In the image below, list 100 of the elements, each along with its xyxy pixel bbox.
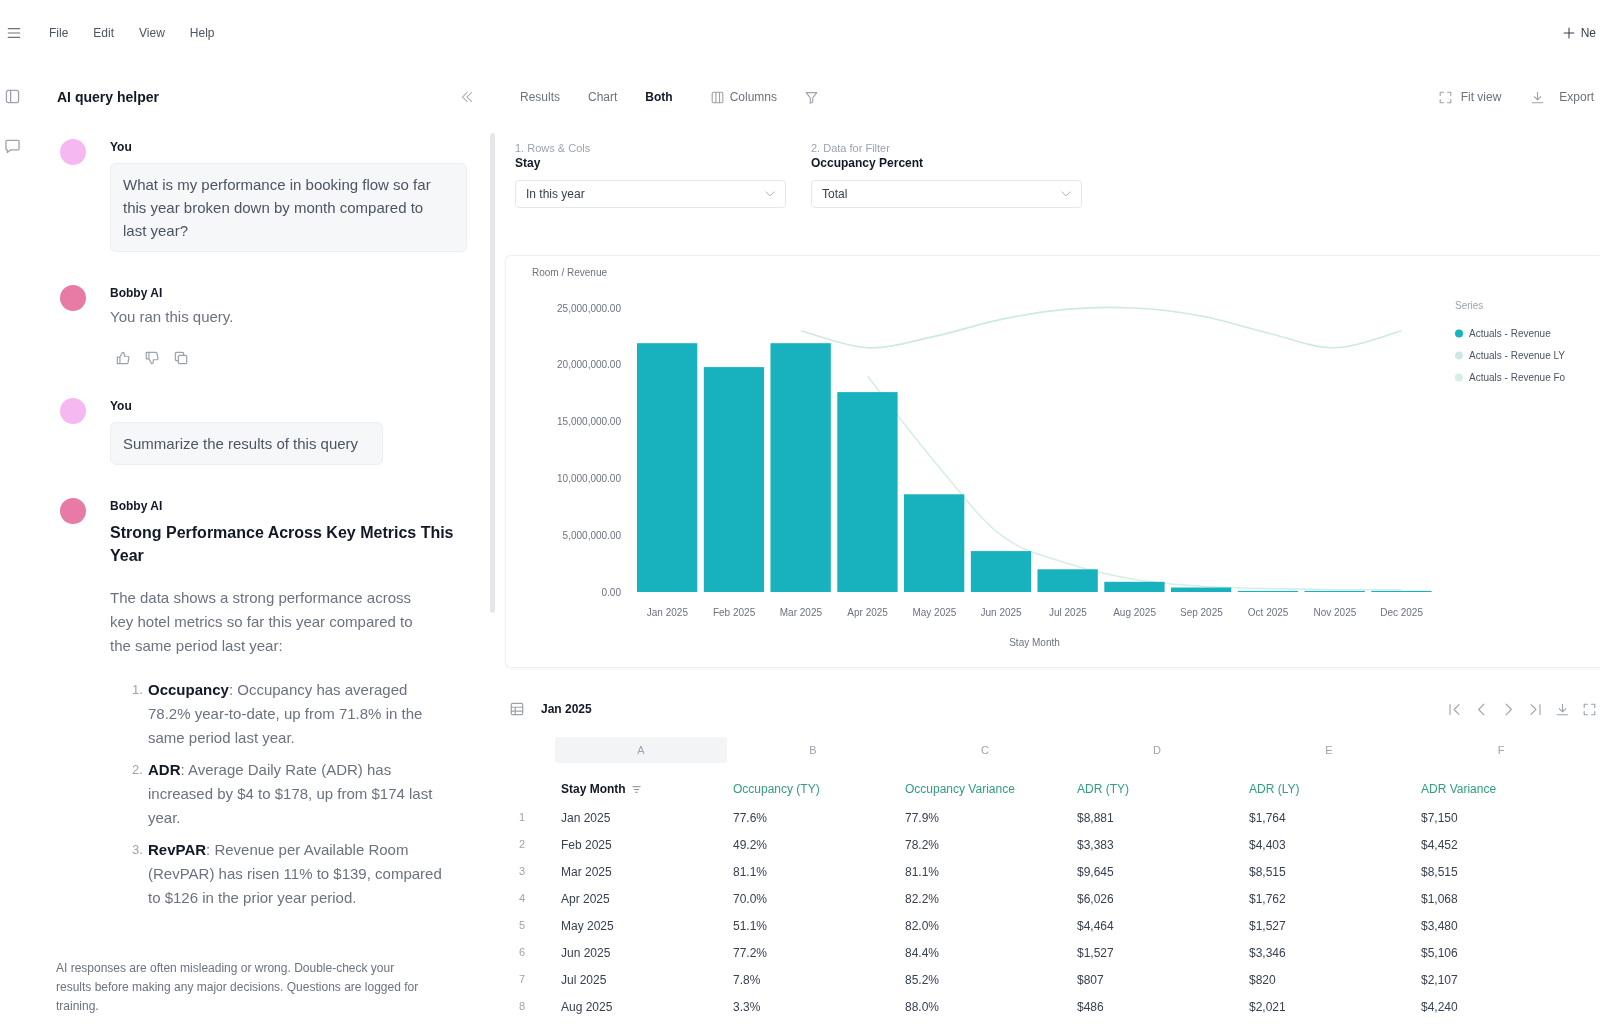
first-page-icon[interactable]	[1448, 702, 1461, 716]
column-letter[interactable]: C	[899, 737, 1071, 763]
menu-item[interactable]: View	[136, 24, 168, 42]
axis-tick-label: Oct 2025	[1247, 607, 1289, 618]
chart-bar[interactable]	[837, 392, 898, 592]
table-cell-text: $4,464	[1076, 917, 1115, 935]
panel-icon[interactable]	[5, 89, 20, 104]
axis-tick-label: Aug 2025	[1113, 607, 1156, 618]
view-tab[interactable]: Chart	[580, 84, 626, 110]
chevron-down-icon	[1061, 189, 1071, 199]
table-cell-text: Mar 2025	[560, 863, 613, 881]
legend-label[interactable]: Actuals - Revenue Fo	[1469, 372, 1566, 383]
row-number: 7	[518, 972, 527, 988]
table-cell-text: $807	[1076, 971, 1105, 989]
last-page-icon[interactable]	[1529, 702, 1542, 716]
menu-item[interactable]: Help	[186, 24, 218, 42]
column-letter[interactable]: E	[1243, 737, 1415, 763]
axis-tick-label: Apr 2025	[847, 607, 888, 618]
new-button[interactable]: Ne	[1562, 24, 1596, 42]
column-letter[interactable]: B	[727, 737, 899, 763]
response-text: The data shows a strong performance across key hotel metrics so far this year compared to the same period last year:	[110, 588, 414, 656]
column-header[interactable]: Occupancy (TY)	[727, 780, 899, 798]
message-author: You	[110, 398, 133, 414]
dropdown[interactable]: Total	[811, 180, 1082, 208]
menu-item[interactable]: Edit	[90, 24, 118, 42]
table-cell-text: 82.2%	[904, 890, 941, 908]
menu-item[interactable]: File	[46, 24, 72, 42]
thumbs-up-icon[interactable]	[116, 351, 130, 365]
scrollbar[interactable]	[490, 133, 495, 613]
column-header[interactable]: ADR Variance	[1415, 780, 1587, 798]
chart-bar[interactable]	[1104, 581, 1165, 592]
avatar-icon	[60, 139, 86, 165]
thumbs-down-icon[interactable]	[145, 351, 159, 365]
dropdown[interactable]: In this year	[515, 180, 786, 208]
table-cell-text: May 2025	[560, 917, 615, 935]
chart-bar[interactable]	[1171, 587, 1232, 592]
list-item-text: Occupancy: Occupancy has averaged 78.2% year-to-date, up from 71.8% in the same period last year.	[148, 680, 424, 748]
table-cell-text: $8,515	[1420, 863, 1459, 881]
table-cell-text: $1,762	[1248, 890, 1287, 908]
chart-bar[interactable]	[1037, 569, 1098, 592]
table-cell-text: $4,403	[1248, 836, 1287, 854]
next-page-icon[interactable]	[1502, 702, 1515, 716]
table-cell-text: 3.3%	[732, 998, 762, 1016]
avatar-icon	[60, 398, 86, 424]
table-cell-text: $5,106	[1420, 944, 1459, 962]
plus-icon	[1562, 27, 1575, 39]
table-cell-text: $820	[1248, 971, 1277, 989]
column-header[interactable]: Occupancy Variance	[899, 780, 1071, 798]
copy-icon[interactable]	[174, 351, 188, 365]
table-icon	[510, 702, 524, 716]
axis-tick-label: Feb 2025	[712, 607, 756, 618]
chart-bar[interactable]	[637, 343, 698, 592]
view-tab[interactable]: Results	[512, 84, 568, 110]
avatar-icon	[60, 285, 86, 311]
table-cell-text: $486	[1076, 998, 1105, 1016]
column-header[interactable]: Stay Month	[555, 780, 727, 798]
row-number: 4	[518, 891, 527, 907]
chart-bar[interactable]	[970, 551, 1032, 592]
download-icon[interactable]	[1556, 702, 1569, 716]
list-marker: 1.	[132, 681, 144, 699]
chart-bar[interactable]	[770, 343, 831, 592]
view-tab[interactable]: Both	[637, 84, 681, 110]
expand-icon[interactable]	[1583, 702, 1596, 716]
legend-label[interactable]: Actuals - Revenue	[1469, 328, 1551, 339]
message-author: Bobby AI	[110, 285, 164, 301]
column-letter[interactable]: D	[1071, 737, 1243, 763]
fit-view-button[interactable]: Fit view	[1438, 88, 1502, 106]
row-number: 5	[518, 918, 527, 934]
table-cell-text: 77.2%	[732, 944, 769, 962]
table-cell-text: 88.0%	[904, 998, 941, 1016]
export-button[interactable]: Export	[1531, 88, 1594, 106]
table-cell-text: $4,240	[1420, 998, 1459, 1016]
row-number: 8	[518, 999, 527, 1015]
axis-tick-label: 10,000,000.00	[557, 472, 621, 484]
axis-tick-label: Dec 2025	[1380, 607, 1423, 618]
table-cell-text: $1,068	[1420, 890, 1459, 908]
row-number: 6	[518, 945, 527, 961]
chart-bar[interactable]	[904, 494, 965, 592]
collapse-icon[interactable]	[461, 91, 473, 103]
axis-tick-label: 0.00	[601, 586, 621, 598]
menu-icon[interactable]	[7, 26, 21, 40]
response-heading: Strong Performance Across Key Metrics This Year	[110, 523, 455, 566]
column-header[interactable]: ADR (LY)	[1243, 780, 1415, 798]
column-header[interactable]: ADR (TY)	[1071, 780, 1243, 798]
filter-icon[interactable]	[805, 90, 819, 104]
chart-bar[interactable]	[703, 367, 765, 592]
legend-label[interactable]: Actuals - Revenue LY	[1469, 350, 1565, 361]
table-cell-text: $8,515	[1248, 863, 1287, 881]
columns-button[interactable]: Columns	[710, 88, 778, 106]
chat-icon[interactable]	[5, 139, 20, 154]
axis-tick-label: Nov 2025	[1313, 607, 1357, 618]
axis-tick-label: 20,000,000.00	[557, 359, 621, 371]
table-cell-text: 85.2%	[904, 971, 941, 989]
table-cell-text: $6,026	[1076, 890, 1115, 908]
table-cell-text: 70.0%	[732, 890, 769, 908]
axis-tick-label: Jan 2025	[646, 607, 688, 618]
user-message-bubble: What is my performance in booking flow so far this year broken down by month compared to last year?	[110, 163, 467, 252]
columns-icon	[710, 90, 724, 104]
table-cell-text: Jul 2025	[560, 971, 608, 989]
table-cell-text: 49.2%	[732, 836, 769, 854]
